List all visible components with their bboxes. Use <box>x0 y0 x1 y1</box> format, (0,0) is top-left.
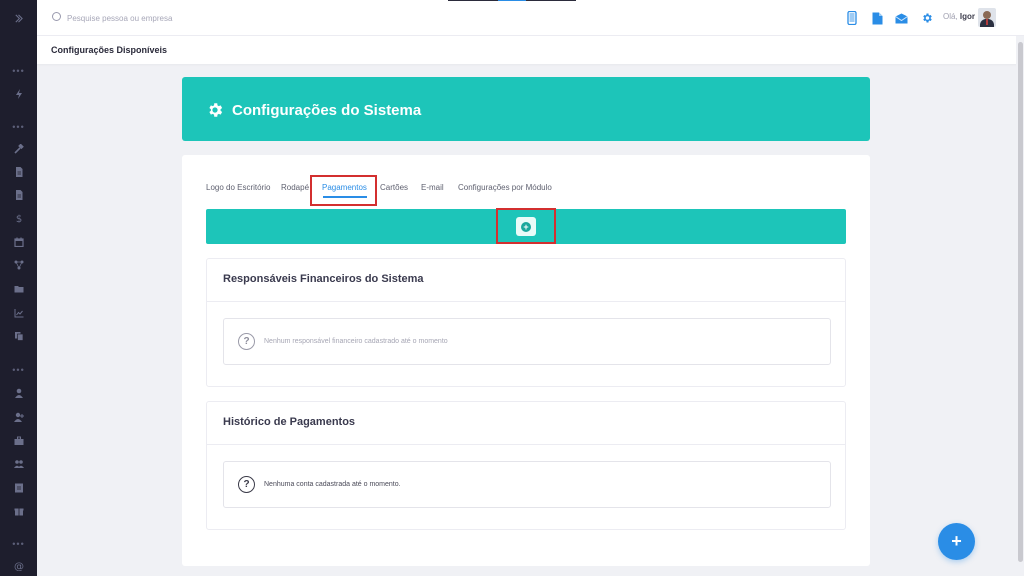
top-divider <box>448 0 498 1</box>
dots-icon: ••• <box>12 539 25 549</box>
top-divider-active <box>498 0 526 1</box>
briefcase-icon[interactable] <box>0 434 37 448</box>
network-icon[interactable] <box>0 258 37 272</box>
search-icon <box>52 12 61 21</box>
dots-icon: ••• <box>12 66 25 76</box>
file-icon[interactable] <box>870 11 884 25</box>
empty-state: ? Nenhuma conta cadastrada até o momento… <box>223 461 831 508</box>
phone-icon[interactable] <box>845 11 859 25</box>
hammer-icon[interactable] <box>0 142 37 156</box>
fab-add-button[interactable]: + <box>938 523 975 560</box>
sidebar-toggle-chevron-icon[interactable] <box>0 0 37 36</box>
user-plus-icon[interactable] <box>0 410 37 424</box>
users-icon[interactable] <box>0 457 37 471</box>
highlight-box-add-button <box>496 208 556 244</box>
panel-divider <box>207 301 845 302</box>
sidebar: ••• ••• $ ••• ••• @ <box>0 0 37 576</box>
user-name: Igor <box>959 12 976 21</box>
gift-icon[interactable] <box>0 504 37 518</box>
greeting: Olá, Igor <box>943 12 975 21</box>
document-icon[interactable] <box>0 165 37 179</box>
user-icon[interactable] <box>0 386 37 400</box>
subheader: Configurações Disponíveis <box>37 36 1024 64</box>
avatar[interactable] <box>978 8 996 27</box>
empty-state: ? Nenhum responsável financeiro cadastra… <box>223 318 831 365</box>
svg-text:@: @ <box>14 562 24 572</box>
tab-logo-escritorio[interactable]: Logo do Escritório <box>206 183 270 192</box>
calendar-icon[interactable] <box>0 235 37 249</box>
svg-text:$: $ <box>15 214 21 223</box>
topbar: Olá, Igor <box>37 0 1024 36</box>
settings-card: Logo do Escritório Rodapé Pagamentos Car… <box>182 155 870 566</box>
panel-responsaveis-financeiros: Responsáveis Financeiros do Sistema ? Ne… <box>206 258 846 387</box>
gear-icon[interactable] <box>920 11 934 25</box>
page-title: Configurações Disponíveis <box>51 45 168 55</box>
empty-state-text: Nenhuma conta cadastrada até o momento. <box>264 481 401 488</box>
at-icon[interactable]: @ <box>0 559 37 573</box>
dollar-icon[interactable]: $ <box>0 211 37 225</box>
greeting-prefix: Olá, <box>943 12 958 21</box>
tab-email[interactable]: E-mail <box>421 183 444 192</box>
scrollbar-thumb[interactable] <box>1018 42 1023 562</box>
tab-configuracoes-modulo[interactable]: Configurações por Módulo <box>458 183 552 192</box>
folder-icon[interactable] <box>0 282 37 296</box>
settings-banner: Configurações do Sistema <box>182 77 870 141</box>
panel-divider <box>207 444 845 445</box>
tab-rodape[interactable]: Rodapé <box>281 183 309 192</box>
question-circle-icon: ? <box>238 333 255 350</box>
top-divider <box>526 0 576 1</box>
panel-title: Responsáveis Financeiros do Sistema <box>223 273 424 285</box>
empty-state-text: Nenhum responsável financeiro cadastrado… <box>264 338 448 345</box>
panel-title: Histórico de Pagamentos <box>223 416 356 428</box>
banner-title: Configurações do Sistema <box>232 102 422 119</box>
chart-icon[interactable] <box>0 306 37 320</box>
id-card-icon[interactable] <box>0 481 37 495</box>
gear-icon <box>209 103 223 117</box>
document-icon[interactable] <box>0 188 37 202</box>
dots-icon: ••• <box>12 365 25 375</box>
question-circle-icon: ? <box>238 476 255 493</box>
highlight-box-tab <box>310 175 377 206</box>
bolt-icon[interactable] <box>0 87 37 101</box>
panel-historico-pagamentos: Histórico de Pagamentos ? Nenhuma conta … <box>206 401 846 530</box>
search-input[interactable] <box>67 9 367 27</box>
mail-icon[interactable] <box>894 11 908 25</box>
copy-icon[interactable] <box>0 329 37 343</box>
scrollbar[interactable] <box>1016 36 1024 576</box>
tab-cartoes[interactable]: Cartões <box>380 183 408 192</box>
dots-icon: ••• <box>12 122 25 132</box>
